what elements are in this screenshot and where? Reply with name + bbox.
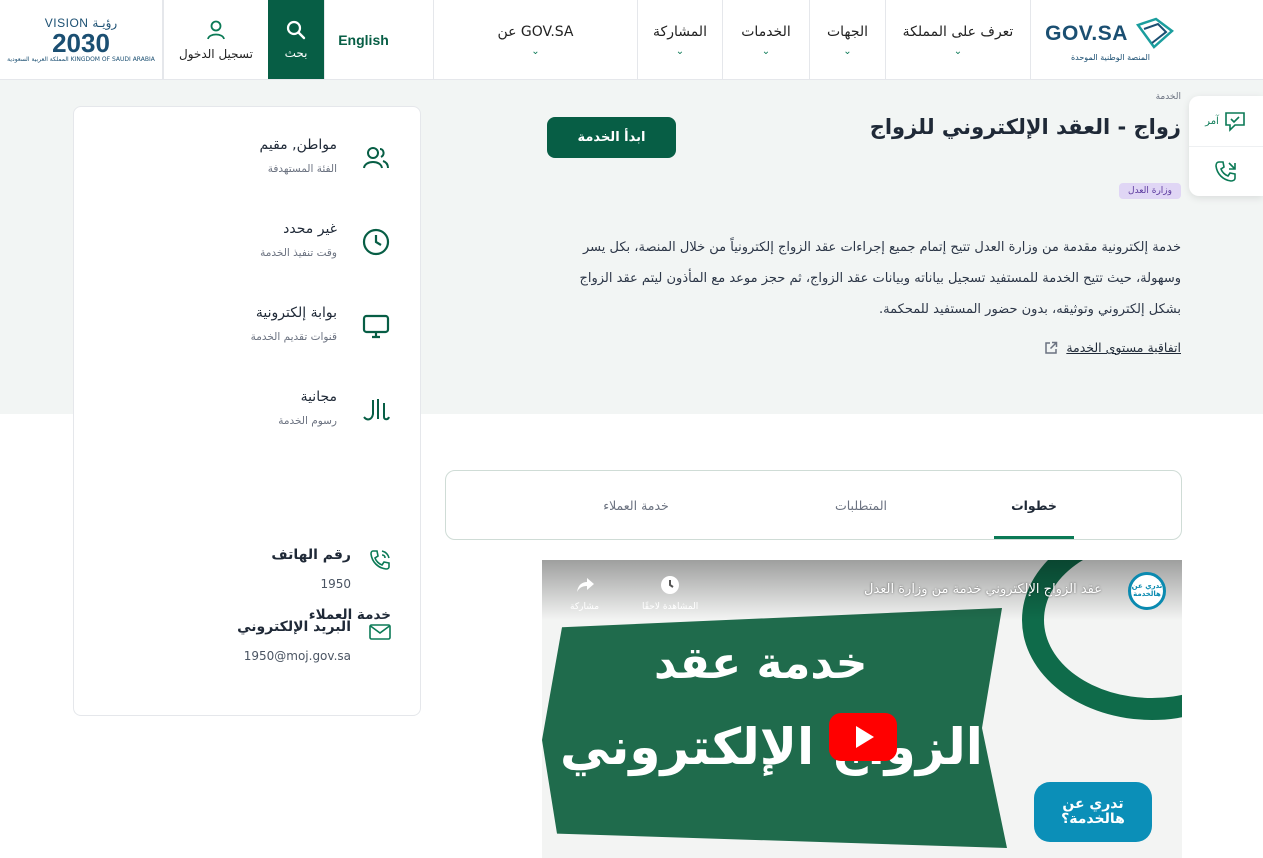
monitor-icon bbox=[359, 309, 393, 343]
service-description: خدمة إلكترونية مقدمة من وزارة العدل تتيح… bbox=[579, 240, 1181, 317]
clock-icon bbox=[359, 225, 393, 259]
search-button[interactable]: بحث bbox=[268, 0, 324, 79]
info-channels: بوابة إلكترونية قنوات تقديم الخدمة bbox=[251, 305, 393, 343]
page-title: زواج - العقد الإلكتروني للزواج bbox=[869, 115, 1181, 139]
clock-icon bbox=[661, 576, 680, 594]
info-value: مواطن, مقيم bbox=[259, 137, 337, 153]
phone-value[interactable]: 1950 bbox=[271, 577, 351, 591]
chevron-down-icon: ⌄ bbox=[843, 45, 852, 57]
info-label: وقت تنفيذ الخدمة bbox=[260, 247, 337, 259]
nav-agencies[interactable]: الجهات ⌄ bbox=[809, 0, 885, 79]
info-value: بوابة إلكترونية bbox=[255, 305, 337, 321]
nav-services[interactable]: الخدمات ⌄ bbox=[722, 0, 809, 79]
floating-help-panel: آمر bbox=[1189, 96, 1263, 196]
mail-icon bbox=[367, 619, 393, 645]
vision-year: 2030 bbox=[52, 28, 110, 58]
govsa-logo-subtitle: المنصة الوطنية الموحدة bbox=[1070, 53, 1151, 62]
nav-about-govsa[interactable]: عن GOV.SA ⌄ bbox=[433, 0, 637, 79]
video-title[interactable]: عقد الزواج الإلكتروني خدمة من وزارة العد… bbox=[864, 582, 1102, 597]
info-label: الفئة المستهدفة bbox=[267, 163, 337, 175]
phone-icon bbox=[367, 547, 393, 573]
info-value: مجانية bbox=[300, 389, 337, 405]
chevron-down-icon: ⌄ bbox=[675, 45, 685, 57]
user-icon bbox=[207, 20, 225, 39]
chevron-down-icon: ⌄ bbox=[531, 45, 540, 57]
info-label: قنوات تقديم الخدمة bbox=[250, 331, 337, 343]
watch-later-button[interactable]: المشاهدة لاحقًا bbox=[642, 574, 698, 612]
video-headline-2: الزواج الإلكتروني bbox=[560, 718, 983, 776]
service-tabs: خطوات المتطلبات خدمة العملاء bbox=[445, 470, 1182, 540]
info-target-audience: مواطن, مقيم الفئة المستهدفة bbox=[260, 137, 393, 175]
vision-2030-logo[interactable]: VISION رؤيـة 2030 المملكة العربية السعود… bbox=[0, 0, 163, 79]
email-label: البريد الإلكتروني bbox=[237, 619, 351, 635]
phone-call-icon bbox=[1215, 160, 1236, 182]
breadcrumb[interactable]: الخدمة bbox=[1156, 92, 1181, 102]
login-button[interactable]: تسجيل الدخول bbox=[163, 0, 268, 79]
ministry-badge[interactable]: وزارة العدل bbox=[1119, 183, 1181, 199]
search-label: بحث bbox=[284, 45, 308, 60]
customer-service-email[interactable]: البريد الإلكتروني 1950@moj.gov.sa bbox=[237, 619, 393, 663]
nav-participation[interactable]: المشاركة ⌄ bbox=[637, 0, 722, 79]
nav-know-kingdom[interactable]: تعرف على المملكة ⌄ bbox=[885, 0, 1030, 79]
call-button[interactable] bbox=[1189, 146, 1263, 196]
youtube-video-player[interactable]: خدمة عقد الزواج الإلكتروني عقد الزواج ال… bbox=[542, 560, 1182, 858]
sla-link[interactable]: اتفاقية مستوى الخدمة bbox=[1044, 340, 1181, 355]
info-execution-time: غير محدد وقت تنفيذ الخدمة bbox=[260, 221, 393, 259]
play-button[interactable] bbox=[829, 713, 897, 761]
search-icon bbox=[286, 20, 306, 39]
share-button[interactable]: مشاركة bbox=[570, 574, 599, 612]
phone-label: رقم الهاتف bbox=[271, 547, 351, 563]
external-link-icon bbox=[1045, 341, 1058, 354]
govsa-logo-text: GOV.SA bbox=[1045, 22, 1128, 45]
nav-label: المشاركة bbox=[653, 23, 707, 40]
amer-label: آمر bbox=[1205, 115, 1219, 127]
chevron-down-icon: ⌄ bbox=[761, 45, 771, 57]
start-service-button[interactable]: ابدأ الخدمة bbox=[547, 117, 676, 158]
info-value: غير محدد bbox=[283, 221, 337, 237]
login-label: تسجيل الدخول bbox=[179, 46, 253, 61]
video-headline-1: خدمة عقد bbox=[654, 638, 868, 689]
language-switch-button[interactable]: English bbox=[324, 0, 402, 79]
nav-label: تعرف على المملكة bbox=[902, 23, 1014, 40]
nav-label: الجهات bbox=[826, 23, 869, 40]
tab-steps[interactable]: خطوات bbox=[994, 471, 1074, 539]
language-label: English bbox=[338, 31, 389, 48]
customer-service-phone[interactable]: رقم الهاتف 1950 bbox=[271, 547, 393, 591]
riyal-icon bbox=[359, 393, 393, 427]
video-question-bubble: تدري عن هالخدمة؟ bbox=[1034, 782, 1152, 842]
amer-chat-button[interactable]: آمر bbox=[1189, 96, 1263, 146]
users-icon bbox=[359, 141, 393, 175]
top-header: GOV.SA المنصة الوطنية الموحدة تعرف على ا… bbox=[0, 0, 1263, 80]
chevron-down-icon: ⌄ bbox=[953, 45, 963, 57]
share-label: مشاركة bbox=[570, 602, 600, 612]
info-fees: مجانية رسوم الخدمة bbox=[278, 389, 393, 427]
watch-later-label: المشاهدة لاحقًا bbox=[642, 602, 699, 612]
channel-logo[interactable]: تدري عن هالخدمة bbox=[1128, 572, 1166, 610]
share-icon bbox=[576, 578, 594, 592]
govsa-logo[interactable]: GOV.SA المنصة الوطنية الموحدة bbox=[1030, 0, 1190, 79]
nav-label: الخدمات bbox=[741, 23, 791, 40]
tab-customer-service[interactable]: خدمة العملاء bbox=[556, 471, 716, 539]
service-info-card: مواطن, مقيم الفئة المستهدفة غير محدد وقت… bbox=[73, 106, 421, 716]
govsa-logo-icon bbox=[1135, 17, 1174, 49]
sla-link-label: اتفاقية مستوى الخدمة bbox=[1066, 340, 1181, 355]
email-value[interactable]: 1950@moj.gov.sa bbox=[237, 649, 351, 663]
vision-subtitle: المملكة العربية السعودية KINGDOM OF SAUD… bbox=[7, 56, 155, 63]
info-label: رسوم الخدمة bbox=[278, 415, 337, 427]
tab-requirements[interactable]: المتطلبات bbox=[781, 471, 941, 539]
nav-label: عن GOV.SA bbox=[497, 23, 574, 40]
chat-icon bbox=[1225, 112, 1245, 132]
